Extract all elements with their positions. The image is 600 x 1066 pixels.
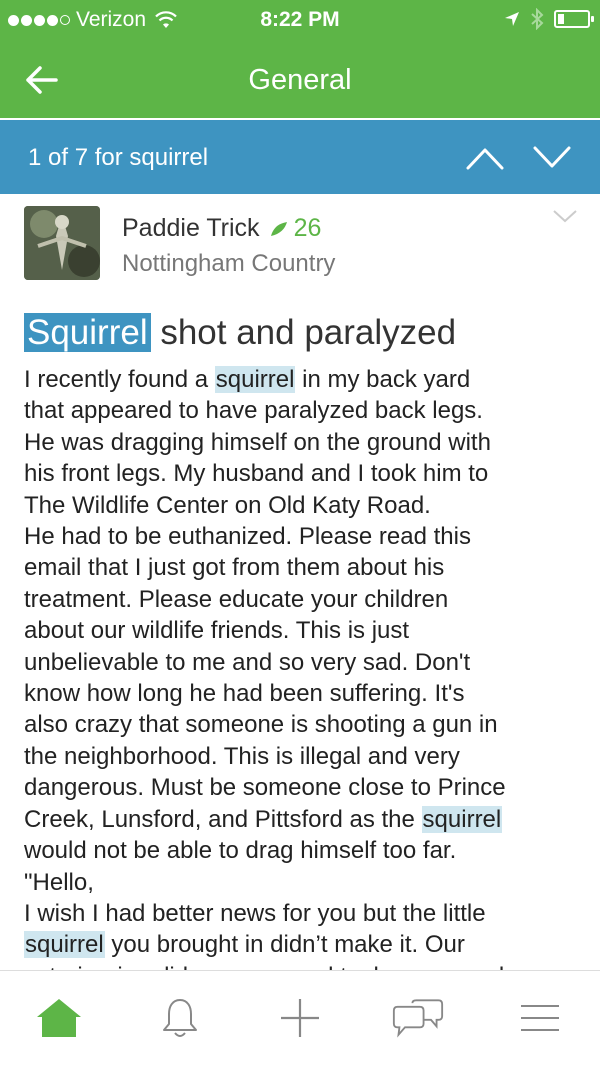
search-highlight: Squirrel [24, 313, 151, 352]
body-text: unbelievable to me and so very sad. Don'… [24, 648, 471, 676]
body-text: that appeared to have paralyzed back leg… [24, 397, 483, 425]
post-title: Squirrel shot and paralyzed [24, 310, 456, 356]
body-text: the neighborhood. This is illegal and ve… [24, 742, 460, 770]
body-line: He was dragging himself on the ground wi… [24, 427, 584, 458]
body-text: would not be able to drag himself too fa… [24, 837, 457, 865]
body-line: would not be able to drag himself too fa… [24, 835, 584, 866]
body-text: He had to be euthanized. Please read thi… [24, 523, 471, 551]
search-highlight: squirrel [24, 931, 105, 959]
body-line: veterinarian did an exam and took x-rays… [24, 961, 584, 970]
body-text: treatment. Please educate your children [24, 585, 449, 613]
chevron-down-icon[interactable] [532, 140, 572, 174]
body-text: also crazy that someone is shooting a gu… [24, 711, 498, 739]
body-line: He had to be euthanized. Please read thi… [24, 521, 584, 552]
body-text: dangerous. Must be someone close to Prin… [24, 774, 506, 802]
body-line: also crazy that someone is shooting a gu… [24, 709, 584, 740]
body-line: I recently found a squirrel in my back y… [24, 364, 584, 395]
author-points: 26 [293, 214, 322, 242]
body-text: Creek, Lunsford, and Pittsford as the [24, 805, 422, 833]
body-line: his front legs. My husband and I took hi… [24, 458, 584, 489]
body-text: He was dragging himself on the ground wi… [24, 428, 491, 456]
body-line: Creek, Lunsford, and Pittsford as the sq… [24, 804, 584, 835]
body-text: I recently found a [24, 366, 215, 393]
body-line: the neighborhood. This is illegal and ve… [24, 741, 584, 772]
nav-title: General [248, 64, 352, 96]
avatar[interactable] [24, 206, 100, 280]
author-name[interactable]: Paddie Trick [122, 214, 260, 243]
body-text: I wish I had better news for you but the… [24, 899, 486, 927]
search-highlight: squirrel [421, 805, 503, 833]
chat-icon[interactable] [392, 995, 444, 1041]
author-location: Nottingham Country [122, 250, 336, 277]
post-body: I recently found a squirrel in my back y… [24, 364, 584, 970]
home-icon[interactable] [33, 995, 85, 1041]
search-highlight: squirrel [214, 366, 296, 393]
body-line: "Hello, [24, 867, 584, 898]
status-bar: Verizon 8:22 PM [0, 0, 600, 40]
body-text: know how long he had been suffering. It'… [24, 680, 465, 708]
author-line: Paddie Trick 26 [122, 214, 321, 243]
body-text: you brought in didn’t make it. Our [104, 931, 465, 959]
body-text: his front legs. My husband and I took hi… [24, 460, 489, 488]
plus-icon[interactable] [274, 995, 326, 1041]
menu-icon[interactable] [514, 995, 566, 1041]
body-text: "Hello, [24, 868, 94, 896]
bell-icon[interactable] [154, 995, 206, 1041]
bluetooth-icon [531, 8, 544, 30]
body-text: The Wildlife Center on Old Katy Road. [24, 491, 431, 519]
body-line: email that I just got from them about hi… [24, 552, 584, 583]
body-line: squirrel you brought in didn’t make it. … [24, 929, 584, 960]
body-text: veterinarian did an exam and took x-rays… [24, 963, 504, 970]
tab-bar [0, 970, 600, 1066]
body-line: I wish I had better news for you but the… [24, 898, 584, 929]
body-line: The Wildlife Center on Old Katy Road. [24, 490, 584, 521]
battery-icon [554, 10, 594, 28]
location-arrow-icon [505, 12, 519, 26]
body-text: email that I just got from them about hi… [24, 554, 445, 582]
chevron-up-icon[interactable] [465, 140, 505, 174]
body-line: about our wildlife friends. This is just [24, 615, 584, 646]
body-line: that appeared to have paralyzed back leg… [24, 395, 584, 426]
post-header: Paddie Trick 26 Nottingham Country [0, 194, 600, 294]
body-line: know how long he had been suffering. It'… [24, 678, 584, 709]
body-text: about our wildlife friends. This is just [24, 617, 410, 645]
body-line: unbelievable to me and so very sad. Don'… [24, 647, 584, 678]
body-text: in my back yard [295, 366, 471, 393]
nav-bar: General [0, 40, 600, 118]
post-options-chevron-icon[interactable] [552, 208, 578, 224]
search-results-bar: 1 of 7 for squirrel [0, 120, 600, 194]
search-result-count: 1 of 7 for squirrel [28, 144, 209, 171]
body-line: treatment. Please educate your children [24, 584, 584, 615]
body-line: dangerous. Must be someone close to Prin… [24, 772, 584, 803]
leaf-icon [270, 221, 287, 236]
